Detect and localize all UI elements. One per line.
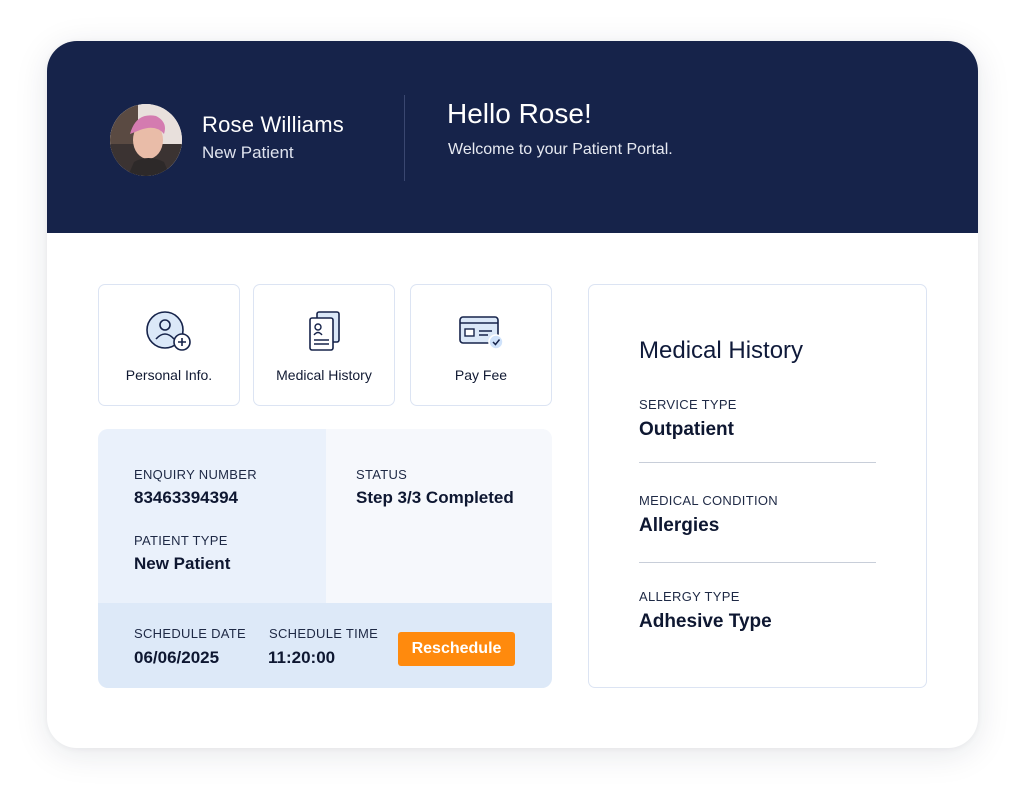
schedule-date-value: 06/06/2025 (134, 648, 220, 667)
enquiry-left-panel: ENQUIRY NUMBER 83463394394 PATIENT TYPE … (98, 429, 326, 603)
tile-pay-fee[interactable]: Pay Fee (410, 284, 552, 406)
patient-portal-card: Rose Williams New Patient Hello Rose! We… (47, 41, 978, 748)
patient-type-label: PATIENT TYPE (134, 533, 228, 548)
service-type-value: Outpatient (639, 419, 734, 440)
schedule-panel: SCHEDULE DATE 06/06/2025 SCHEDULE TIME 1… (98, 603, 552, 688)
enquiry-card: ENQUIRY NUMBER 83463394394 PATIENT TYPE … (98, 429, 552, 688)
medical-condition-label: MEDICAL CONDITION (639, 493, 778, 508)
medical-history-title: Medical History (639, 337, 804, 364)
tile-medical-history[interactable]: Medical History (253, 284, 395, 406)
schedule-time-value: 11:20:00 (268, 648, 336, 667)
tile-label: Medical History (276, 367, 372, 383)
status-value: Step 3/3 Completed (356, 488, 514, 507)
medical-condition-value: Allergies (639, 515, 720, 536)
user-role: New Patient (202, 143, 294, 162)
avatar[interactable] (110, 104, 182, 176)
tile-label: Personal Info. (125, 367, 213, 383)
documents-icon (254, 309, 394, 353)
greeting-subtitle: Welcome to your Patient Portal. (448, 141, 673, 158)
status-label: STATUS (356, 467, 408, 482)
header-divider (404, 95, 405, 181)
allergy-type-value: Adhesive Type (639, 611, 772, 632)
tile-personal-info[interactable]: Personal Info. (98, 284, 240, 406)
tile-label: Pay Fee (454, 367, 508, 383)
service-type-label: SERVICE TYPE (639, 397, 737, 412)
card-check-icon (411, 309, 551, 353)
user-plus-icon (99, 309, 239, 353)
portal-header: Rose Williams New Patient Hello Rose! We… (47, 41, 978, 233)
allergy-type-label: ALLERGY TYPE (639, 589, 740, 604)
schedule-date-label: SCHEDULE DATE (134, 626, 247, 641)
enquiry-number-label: ENQUIRY NUMBER (134, 467, 257, 482)
enquiry-number-value: 83463394394 (134, 488, 239, 507)
history-divider (639, 462, 876, 463)
greeting-title: Hello Rose! (447, 98, 592, 129)
medical-history-card: Medical History SERVICE TYPE Outpatient … (588, 284, 927, 688)
patient-type-value: New Patient (134, 554, 231, 573)
enquiry-right-panel: STATUS Step 3/3 Completed (326, 429, 552, 603)
history-divider (639, 562, 876, 563)
schedule-time-label: SCHEDULE TIME (269, 626, 379, 641)
user-name: Rose Williams (202, 112, 344, 137)
reschedule-button[interactable]: Reschedule (398, 632, 515, 666)
